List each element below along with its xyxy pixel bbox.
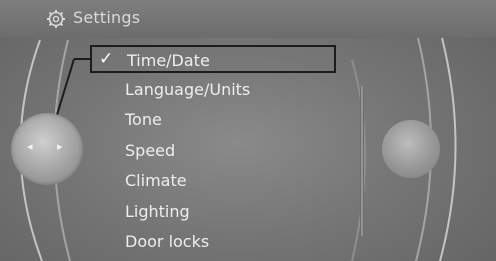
menu-item-door-locks[interactable]: Door locks (90, 228, 336, 256)
menu-item-speed[interactable]: Speed (90, 137, 336, 165)
menu-item-label: Language/Units (125, 80, 251, 99)
menu-item-time-date[interactable]: ✓ Time/Date (90, 45, 336, 73)
controller-knob[interactable]: ◂ ▸ (11, 113, 83, 185)
info-bubble (382, 120, 440, 178)
menu-item-label: Time/Date (127, 51, 210, 70)
arrow-right-icon: ▸ (57, 140, 63, 153)
arrow-left-icon: ◂ (27, 140, 33, 153)
menu-item-lighting[interactable]: Lighting (90, 198, 336, 226)
menu-item-label: Tone (125, 110, 162, 129)
menu-item-label: Climate (125, 171, 187, 190)
menu-item-tone[interactable]: Tone (90, 106, 336, 134)
menu-item-climate[interactable]: Climate (90, 167, 336, 195)
settings-screen: Settings ◂ ▸ ✓ Time/Date Language/Units … (0, 0, 496, 261)
menu-item-label: Lighting (125, 202, 190, 221)
menu-item-label: Speed (125, 141, 176, 160)
scrollbar[interactable] (360, 86, 364, 236)
menu-item-language-units[interactable]: Language/Units (90, 76, 336, 104)
menu-item-label: Door locks (125, 232, 210, 251)
checkmark-icon: ✓ (99, 49, 114, 69)
